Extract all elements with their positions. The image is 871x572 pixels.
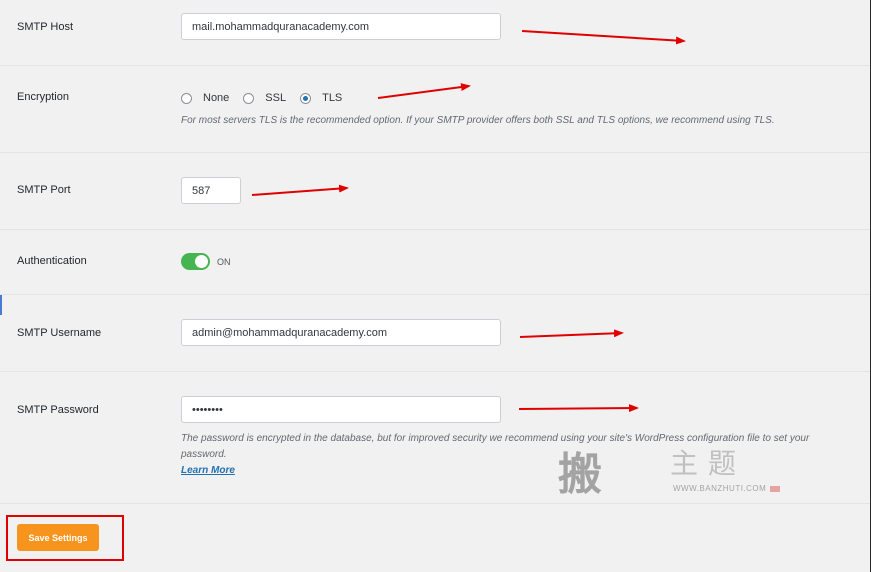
encryption-option-none[interactable]: None	[181, 92, 229, 104]
watermark-logo: 搬 主题 WWW.BANZHUTI.COM	[558, 438, 788, 500]
smtp-host-label: SMTP Host	[17, 21, 74, 33]
watermark-chars: 主题	[670, 447, 747, 480]
smtp-port-label: SMTP Port	[17, 184, 71, 196]
watermark-url-text: WWW.BANZHUTI.COM	[673, 484, 767, 493]
watermark-big-char: 搬	[558, 449, 602, 500]
watermark-red-box	[770, 485, 781, 492]
smtp-username-label: SMTP Username	[17, 327, 102, 339]
radio-ssl[interactable]	[243, 92, 255, 104]
authentication-state-label: ON	[217, 257, 231, 267]
radio-tls[interactable]	[300, 92, 312, 104]
row-authentication	[0, 229, 870, 295]
authentication-label: Authentication	[17, 255, 87, 267]
radio-none[interactable]	[181, 92, 192, 104]
smtp-port-input[interactable]	[181, 177, 241, 204]
encryption-description: For most servers TLS is the recommended …	[181, 115, 775, 126]
encryption-radio-group: None SSL TLS	[181, 92, 356, 104]
smtp-settings-page: SMTP Host Encryption None SSL TLS For mo…	[0, 0, 871, 572]
encryption-option-ssl[interactable]: SSL	[243, 92, 286, 104]
learn-more-link[interactable]: Learn More	[181, 465, 235, 476]
encryption-option-tls[interactable]: TLS	[300, 92, 342, 104]
smtp-password-input[interactable]	[181, 396, 501, 423]
row-encryption	[0, 65, 870, 153]
smtp-password-label: SMTP Password	[17, 404, 99, 416]
radio-ssl-label: SSL	[265, 92, 287, 104]
authentication-toggle[interactable]	[181, 253, 210, 270]
watermark-url: WWW.BANZHUTI.COM	[673, 484, 781, 493]
radio-tls-label: TLS	[322, 92, 343, 104]
toggle-knob	[195, 255, 208, 268]
row-smtp-port	[0, 152, 870, 230]
encryption-label: Encryption	[17, 91, 69, 103]
smtp-username-input[interactable]	[181, 319, 501, 346]
radio-none-label: None	[203, 92, 230, 104]
save-settings-button[interactable]: Save Settings	[17, 524, 99, 551]
smtp-host-input[interactable]	[181, 13, 501, 40]
